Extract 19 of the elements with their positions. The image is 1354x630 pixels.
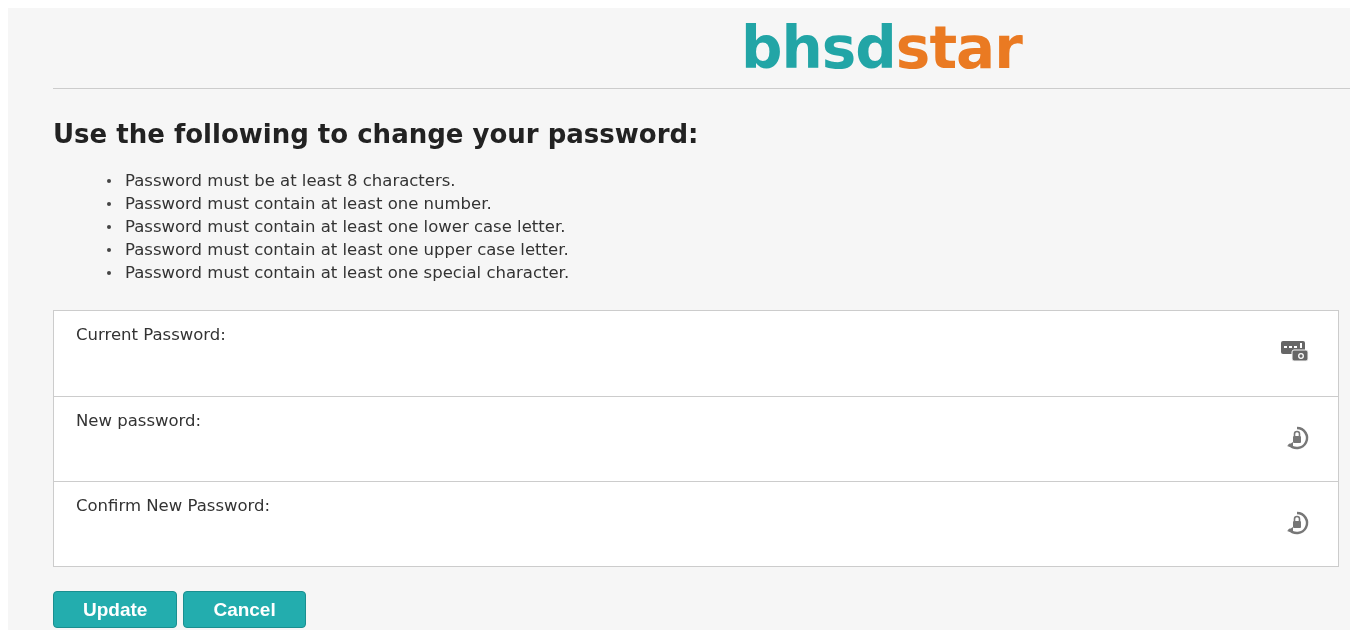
field-label: New password: xyxy=(76,411,202,430)
keypad-icon[interactable] xyxy=(1280,339,1310,363)
page-heading: Use the following to change your password: xyxy=(53,119,700,149)
password-field[interactable]: Confirm New Password: xyxy=(54,481,1338,566)
password-field[interactable]: Current Password: xyxy=(54,311,1338,396)
requirement-text: Password must be at least 8 characters. xyxy=(125,170,456,192)
logo: bhsdstar xyxy=(741,19,1022,77)
requirement-text: Password must contain at least one upper case letter. xyxy=(125,239,569,261)
field-label: Current Password: xyxy=(76,325,226,344)
requirement-text: Password must contain at least one lower case letter. xyxy=(125,216,566,238)
bullet-icon xyxy=(107,201,111,206)
requirement-text: Password must contain at least one number. xyxy=(125,193,492,215)
bullet-icon xyxy=(107,178,111,183)
requirement-text: Password must contain at least one special character. xyxy=(125,262,570,284)
bullet-icon xyxy=(107,247,111,252)
password-field[interactable]: New password: xyxy=(54,396,1338,481)
bullet-icon xyxy=(107,224,111,229)
field-label: Confirm New Password: xyxy=(76,496,271,515)
bullet-icon xyxy=(107,270,111,275)
